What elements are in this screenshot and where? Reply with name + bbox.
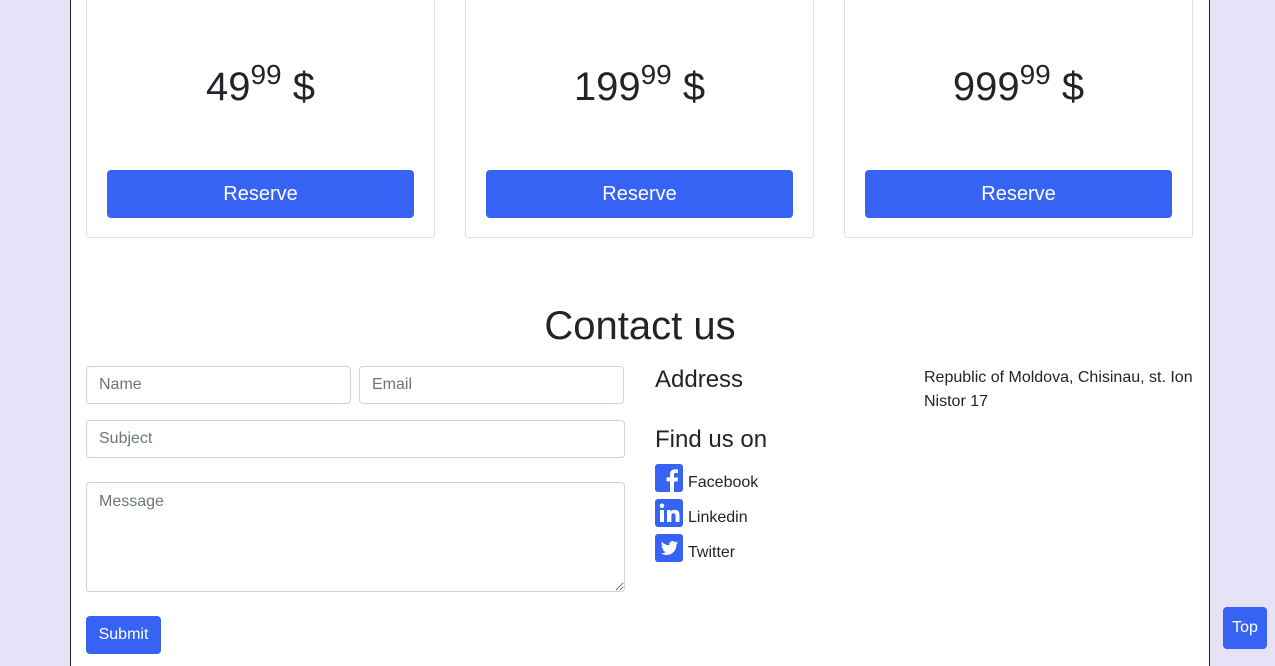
price-main: 199 <box>573 65 641 109</box>
price-cents: 99 <box>1019 59 1051 90</box>
price-currency: $ <box>682 65 706 109</box>
price-currency: $ <box>1061 65 1085 109</box>
address-text: Republic of Moldova, Chisinau, st. Ion N… <box>924 369 1193 410</box>
pricing-card-basic: 4999 $ Reserve <box>86 0 435 238</box>
scroll-top-button[interactable]: Top <box>1223 607 1267 649</box>
twitter-link[interactable]: Twitter <box>655 534 735 562</box>
linkedin-square-icon <box>655 499 683 527</box>
price-main: 999 <box>952 65 1020 109</box>
price-main: 49 <box>205 65 251 109</box>
pricing-card-standard: 19999 $ Reserve <box>465 0 814 238</box>
pricing-card-premium: 99999 $ Reserve <box>844 0 1193 238</box>
linkedin-label: Linkedin <box>688 509 748 526</box>
price-currency: $ <box>292 65 316 109</box>
price-premium: 99999 $ <box>845 59 1192 115</box>
price-standard: 19999 $ <box>466 59 813 115</box>
reserve-button-standard[interactable]: Reserve <box>486 170 793 218</box>
price-cents: 99 <box>640 59 672 90</box>
submit-button[interactable]: Submit <box>86 616 161 654</box>
facebook-square-icon <box>655 464 683 492</box>
twitter-label: Twitter <box>688 544 736 561</box>
price-basic: 4999 $ <box>87 59 434 115</box>
message-textarea[interactable] <box>86 482 625 592</box>
facebook-label: Facebook <box>688 474 759 491</box>
contact-heading: Contact us <box>544 304 736 348</box>
reserve-button-premium[interactable]: Reserve <box>865 170 1172 218</box>
address-heading: Address <box>655 366 744 393</box>
subject-input[interactable] <box>86 420 625 458</box>
facebook-link[interactable]: Facebook <box>655 464 758 492</box>
twitter-square-icon <box>655 534 683 562</box>
page-container: 4999 $ Reserve 19999 $ Reserve 99999 $ R… <box>70 0 1210 666</box>
email-input[interactable] <box>359 366 624 404</box>
linkedin-link[interactable]: Linkedin <box>655 499 748 527</box>
name-input[interactable] <box>86 366 351 404</box>
reserve-button-basic[interactable]: Reserve <box>107 170 414 218</box>
price-cents: 99 <box>250 59 282 90</box>
find-us-heading: Find us on <box>655 426 768 453</box>
